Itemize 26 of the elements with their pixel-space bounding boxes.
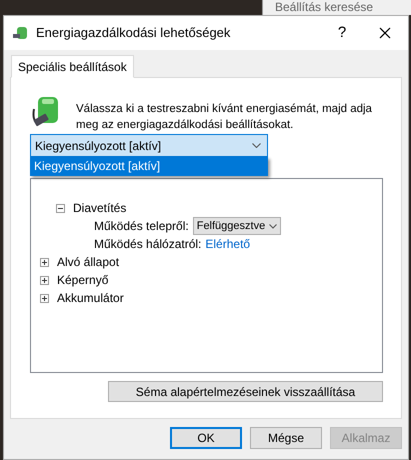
caret-icon <box>252 143 261 148</box>
dialog-button[interactable]: OK <box>170 427 242 449</box>
collapse-icon[interactable] <box>56 204 65 212</box>
setting-dropdown[interactable]: Felfüggesztve <box>192 217 282 235</box>
expand-icon[interactable] <box>40 294 49 302</box>
expand-icon[interactable] <box>40 258 49 266</box>
setting-link[interactable]: Elérhető <box>205 235 250 253</box>
tree-item[interactable]: Diavetítés <box>73 199 126 217</box>
setting-label: Működés telepről: <box>94 218 189 235</box>
dialog-button[interactable]: Mégse <box>250 427 322 449</box>
tree-item[interactable]: Alvó állapot <box>57 253 120 271</box>
search-field[interactable]: Beállítás keresése <box>262 0 411 15</box>
reset-defaults-button[interactable]: Séma alapértelmezéseinek visszaállítása <box>108 381 383 402</box>
tab[interactable]: Speciális beállítások <box>11 55 134 78</box>
caret-icon <box>269 224 278 228</box>
setting-label: Működés hálózatról: <box>94 236 202 253</box>
expand-icon[interactable] <box>40 276 49 284</box>
tree-item[interactable]: Akkumulátor <box>57 289 124 307</box>
help-button[interactable]: ? <box>322 18 362 48</box>
window-title: Energiagazdálkodási lehetőségek <box>36 24 230 42</box>
close-icon <box>379 27 391 39</box>
battery-plug-icon <box>12 25 30 41</box>
plan-dropdown[interactable]: Kiegyensúlyozott [aktív] <box>30 134 268 157</box>
tree-item[interactable]: Képernyő <box>57 271 108 289</box>
dropdown-option[interactable]: Kiegyensúlyozott [aktív] <box>31 158 267 175</box>
instruction-text: Válassza ki a testreszabni kívánt energiasémát, majd adja meg az energiagazdálkodási beállításokat. <box>76 102 373 133</box>
